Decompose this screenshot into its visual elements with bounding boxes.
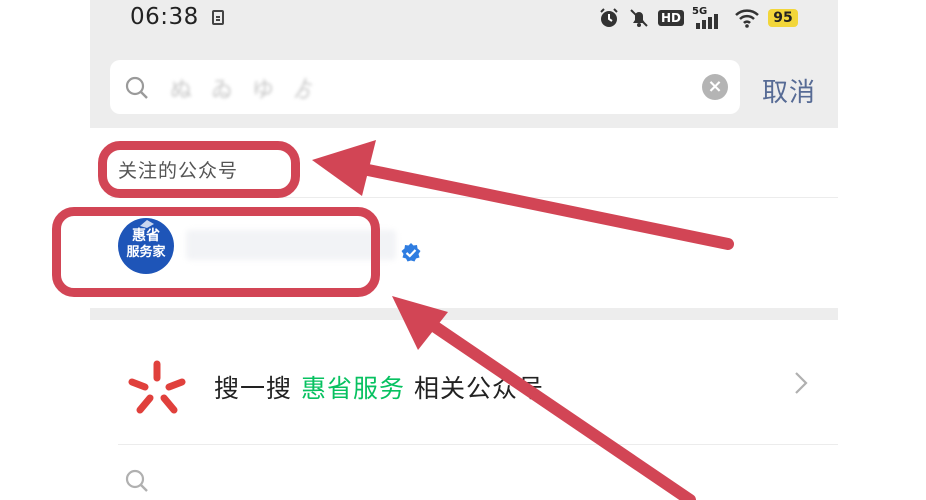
clear-search-icon[interactable]: ×: [702, 74, 728, 100]
cancel-button[interactable]: 取消: [762, 72, 816, 109]
sou-suffix: 相关公众号: [413, 374, 544, 403]
search-icon: [125, 76, 148, 99]
sou-prefix: 搜一搜: [214, 374, 293, 403]
sou-yi-sou-section: [90, 320, 838, 500]
highlight-box-account: [52, 207, 380, 297]
search-input[interactable]: ぬ ゐ ゆ ゟ ×: [110, 60, 740, 114]
sou-yi-sou-icon: [128, 360, 186, 414]
battery-icon: 95: [768, 9, 798, 27]
top-panel: 06:38 HD 5G 95 ぬ ゐ ゆ ゟ × 取消: [90, 0, 838, 128]
sim-card-icon: [212, 10, 224, 25]
section-separator: [90, 308, 838, 320]
highlight-box-section-title: [98, 141, 300, 198]
status-time: 06:38: [130, 4, 199, 30]
wifi-icon: [735, 9, 759, 28]
sou-yi-sou-row[interactable]: 搜一搜 惠省服务 相关公众号: [214, 369, 544, 405]
divider: [118, 444, 838, 445]
hd-badge: HD: [657, 10, 684, 26]
status-bar: 06:38 HD 5G 95: [130, 0, 836, 38]
status-icons: HD 5G 95: [598, 4, 798, 32]
sou-keyword: 惠省服务: [300, 374, 405, 403]
verified-badge-icon: [401, 243, 421, 262]
chevron-right-icon: [795, 372, 808, 394]
search-query-text: ぬ ゐ ゆ ゟ: [170, 78, 321, 103]
mute-bell-icon: [630, 9, 648, 27]
cellular-signal-icon: 5G: [692, 7, 726, 29]
alarm-icon: [600, 8, 618, 27]
search-icon: [125, 469, 148, 492]
screenshot-canvas: 06:38 HD 5G 95 ぬ ゐ ゆ ゟ × 取消 关注的公众号 惠省 服务…: [0, 0, 926, 500]
